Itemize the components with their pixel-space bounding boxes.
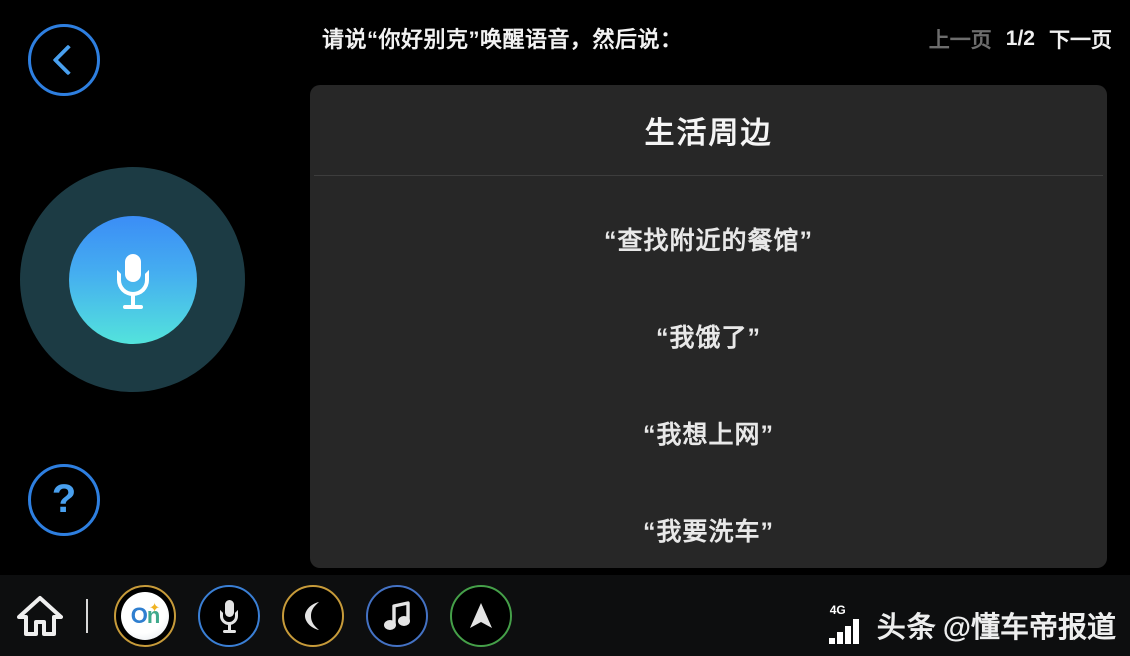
signal-bar-group [828, 619, 859, 644]
phone-icon [305, 601, 319, 630]
list-item[interactable]: “我想上网” [310, 384, 1107, 481]
microphone-icon [110, 252, 156, 309]
nav-music-button[interactable] [366, 584, 428, 647]
signal-bars-icon: 4G [828, 603, 869, 646]
microphone-icon [217, 599, 241, 633]
nav-icon-group: On ✦ [114, 584, 512, 647]
command-list: “查找附近的餐馆” “我饿了” “我想上网” “我要洗车” [310, 176, 1107, 578]
watermark-brand: 头条 [876, 612, 937, 644]
back-button[interactable] [28, 24, 100, 96]
nav-navigation-button[interactable] [450, 584, 512, 647]
nav-onstar-button[interactable]: On ✦ [114, 584, 176, 647]
left-rail: ? [0, 0, 292, 575]
voice-wake-prompt: 请说“你好别克”唤醒语音，然后说： [322, 27, 683, 52]
onstar-logo-icon: On ✦ [121, 591, 169, 640]
help-button[interactable]: ? [28, 464, 100, 536]
watermark-handle: @懂车帝报道 [942, 612, 1116, 644]
nav-phone-button[interactable] [282, 584, 344, 647]
nav-divider [86, 598, 88, 633]
list-item[interactable]: “我饿了” [310, 287, 1107, 384]
mic-inner-circle [68, 215, 197, 344]
list-item[interactable]: “查找附近的餐馆” [310, 190, 1107, 287]
prev-page-button[interactable]: 上一页 [929, 24, 992, 54]
navigation-arrow-icon [470, 602, 492, 628]
home-icon [17, 595, 63, 636]
chevron-left-icon [51, 44, 84, 76]
list-item[interactable]: “我要洗车” [310, 481, 1107, 578]
star-icon: ✦ [149, 599, 160, 615]
nav-home-button[interactable] [12, 588, 68, 644]
question-mark-icon: ? [51, 477, 77, 521]
network-type-label: 4G [829, 603, 846, 617]
status-area: 4G 头条 @懂车帝报道 [828, 603, 1116, 646]
pagination: 上一页 1/2 下一页 [929, 24, 1112, 54]
nav-voice-button[interactable] [198, 584, 260, 647]
watermark: 头条 @懂车帝报道 [877, 604, 1116, 646]
command-suggestions-card: 生活周边 “查找附近的餐馆” “我饿了” “我想上网” “我要洗车” [310, 85, 1107, 568]
music-note-icon [384, 600, 410, 630]
page-indicator: 1/2 [1005, 27, 1035, 50]
infotainment-screen: 请说“你好别克”唤醒语音，然后说： 上一页 1/2 下一页 ? 生活周边 “查找… [0, 0, 1130, 656]
bottom-navigation-bar: On ✦ 4G 头条 @懂车帝报道 [0, 575, 1130, 656]
card-title: 生活周边 [644, 117, 773, 150]
next-page-button[interactable]: 下一页 [1049, 24, 1112, 54]
voice-assistant-mic-button[interactable] [20, 167, 245, 392]
